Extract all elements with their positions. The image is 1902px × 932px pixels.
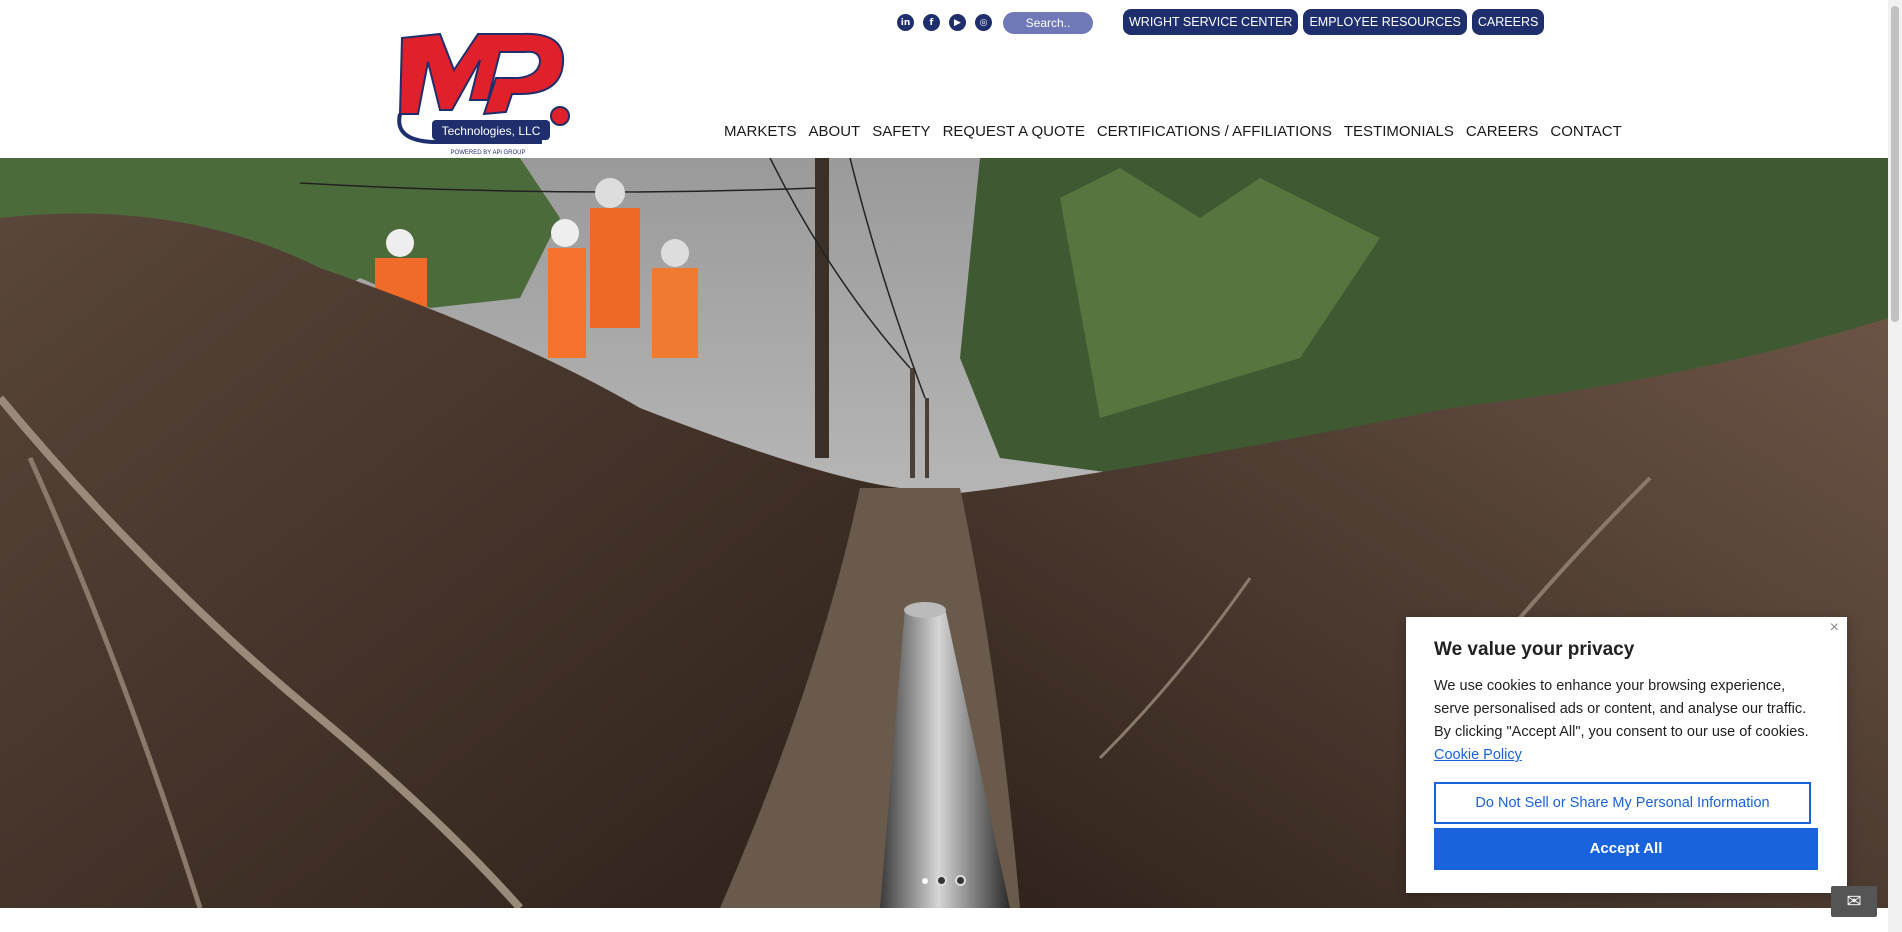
careers-top-link[interactable]: CAREERS (1471, 9, 1545, 35)
scrollbar[interactable] (1888, 0, 1902, 932)
company-logo[interactable]: Technologies, LLC POWERED BY APi GROUP (392, 30, 582, 158)
cookie-body: We use cookies to enhance your browsing … (1434, 675, 1820, 767)
nav-certifications[interactable]: CERTIFICATIONS / AFFILIATIONS (1091, 123, 1338, 140)
carousel-dot-3[interactable] (955, 875, 966, 886)
accept-all-button[interactable]: Accept All (1434, 828, 1818, 870)
wright-service-center-link[interactable]: WRIGHT SERVICE CENTER (1123, 9, 1299, 35)
carousel-dot-1[interactable] (922, 878, 928, 884)
cookie-title: We value your privacy (1434, 639, 1635, 660)
social-icons: in f ▶ ◎ (897, 14, 992, 31)
carousel-dot-2[interactable] (936, 875, 947, 886)
nav-careers[interactable]: CAREERS (1460, 123, 1545, 140)
top-links: WRIGHT SERVICE CENTER EMPLOYEE RESOURCES… (1123, 9, 1545, 35)
cookie-body-text: We use cookies to enhance your browsing … (1434, 678, 1809, 740)
cookie-consent-dialog: × We value your privacy We use cookies t… (1406, 617, 1847, 893)
nav-testimonials[interactable]: TESTIMONIALS (1338, 123, 1460, 140)
nav-safety[interactable]: SAFETY (866, 123, 936, 140)
employee-resources-link[interactable]: EMPLOYEE RESOURCES (1303, 9, 1467, 35)
facebook-icon[interactable]: f (923, 14, 940, 31)
nav-request-a-quote[interactable]: REQUEST A QUOTE (937, 123, 1091, 140)
logo-subtext: Technologies, LLC (442, 124, 541, 138)
main-nav: MARKETS ABOUT SAFETY REQUEST A QUOTE CER… (718, 123, 1628, 140)
instagram-icon[interactable]: ◎ (975, 14, 992, 31)
linkedin-icon[interactable]: in (897, 14, 914, 31)
carousel-dots (922, 875, 966, 886)
close-icon[interactable]: × (1830, 619, 1839, 637)
do-not-sell-button[interactable]: Do Not Sell or Share My Personal Informa… (1434, 782, 1811, 824)
nav-about[interactable]: ABOUT (803, 123, 867, 140)
search-input[interactable] (1003, 12, 1093, 34)
site-header: Technologies, LLC POWERED BY APi GROUP i… (0, 0, 1888, 158)
mail-icon[interactable]: ✉ (1831, 886, 1877, 917)
cookie-policy-link[interactable]: Cookie Policy (1434, 747, 1522, 763)
logo-tagline: POWERED BY APi GROUP (451, 150, 526, 156)
nav-markets[interactable]: MARKETS (718, 123, 803, 140)
youtube-icon[interactable]: ▶ (949, 14, 966, 31)
scrollbar-thumb[interactable] (1891, 6, 1899, 322)
nav-contact[interactable]: CONTACT (1544, 123, 1627, 140)
